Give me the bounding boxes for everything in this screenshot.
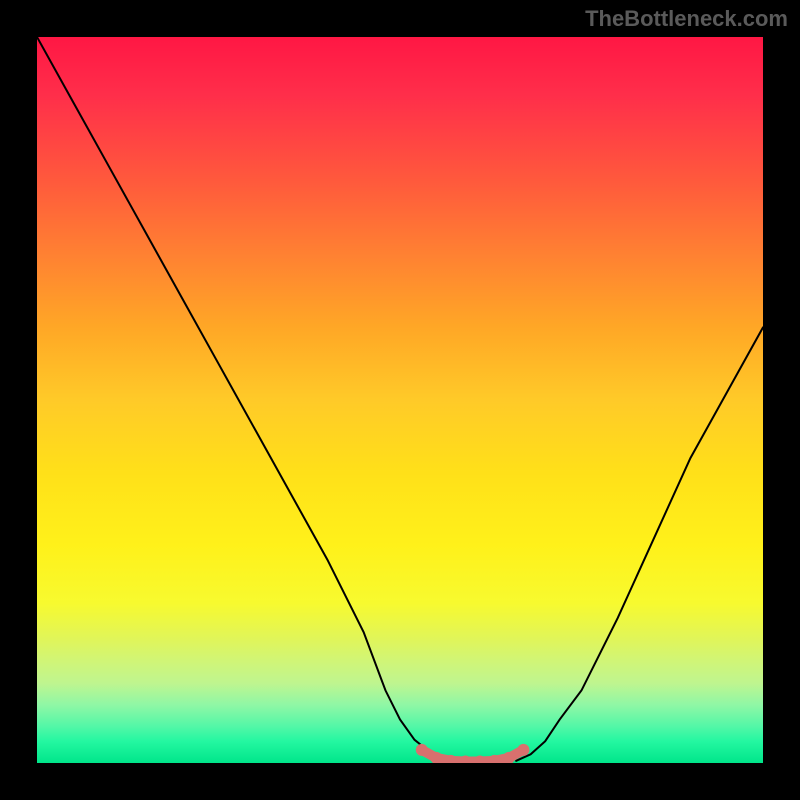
series-left-curve: [37, 37, 458, 761]
plot-area: [37, 37, 763, 763]
watermark-text: TheBottleneck.com: [585, 6, 788, 32]
series-bottom-overlay: [422, 750, 524, 762]
chart-svg: [37, 37, 763, 763]
series-right-curve: [516, 327, 763, 760]
series-group: [37, 37, 763, 763]
